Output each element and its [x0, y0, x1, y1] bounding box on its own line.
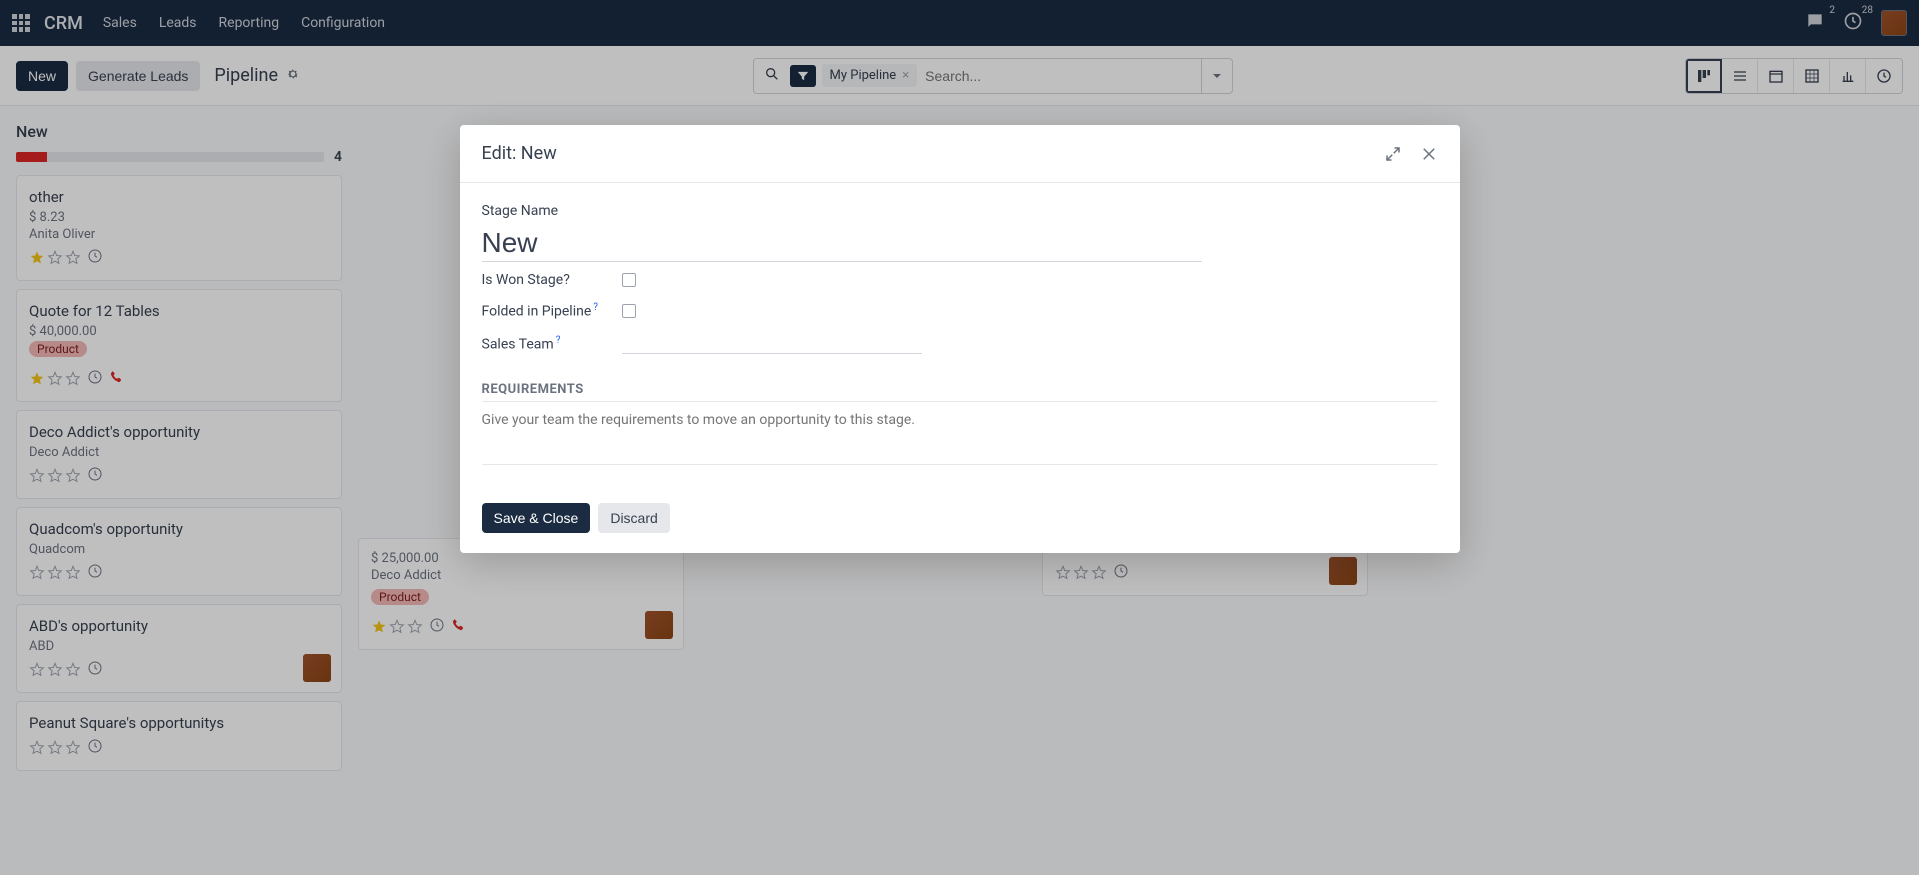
stage-name-label: Stage Name: [482, 203, 622, 219]
requirements-textarea[interactable]: [482, 412, 1438, 465]
stage-name-input[interactable]: [482, 225, 1202, 262]
sales-team-label: Sales Team?: [482, 335, 622, 353]
is-won-label: Is Won Stage?: [482, 272, 622, 288]
sales-team-input[interactable]: [622, 334, 922, 354]
section-divider: [482, 401, 1438, 402]
save-close-button[interactable]: Save & Close: [482, 503, 591, 533]
modal-title: Edit: New: [482, 143, 557, 164]
is-won-checkbox[interactable]: [622, 273, 636, 287]
modal-overlay[interactable]: Edit: New Stage Name Is Won Stage? Folde…: [0, 0, 1919, 875]
edit-stage-modal: Edit: New Stage Name Is Won Stage? Folde…: [460, 125, 1460, 553]
requirements-header: REQUIREMENTS: [482, 382, 1438, 397]
folded-label: Folded in Pipeline?: [482, 302, 622, 320]
folded-checkbox[interactable]: [622, 304, 636, 318]
discard-button[interactable]: Discard: [598, 503, 669, 533]
expand-icon[interactable]: [1384, 145, 1402, 163]
close-icon[interactable]: [1420, 145, 1438, 163]
